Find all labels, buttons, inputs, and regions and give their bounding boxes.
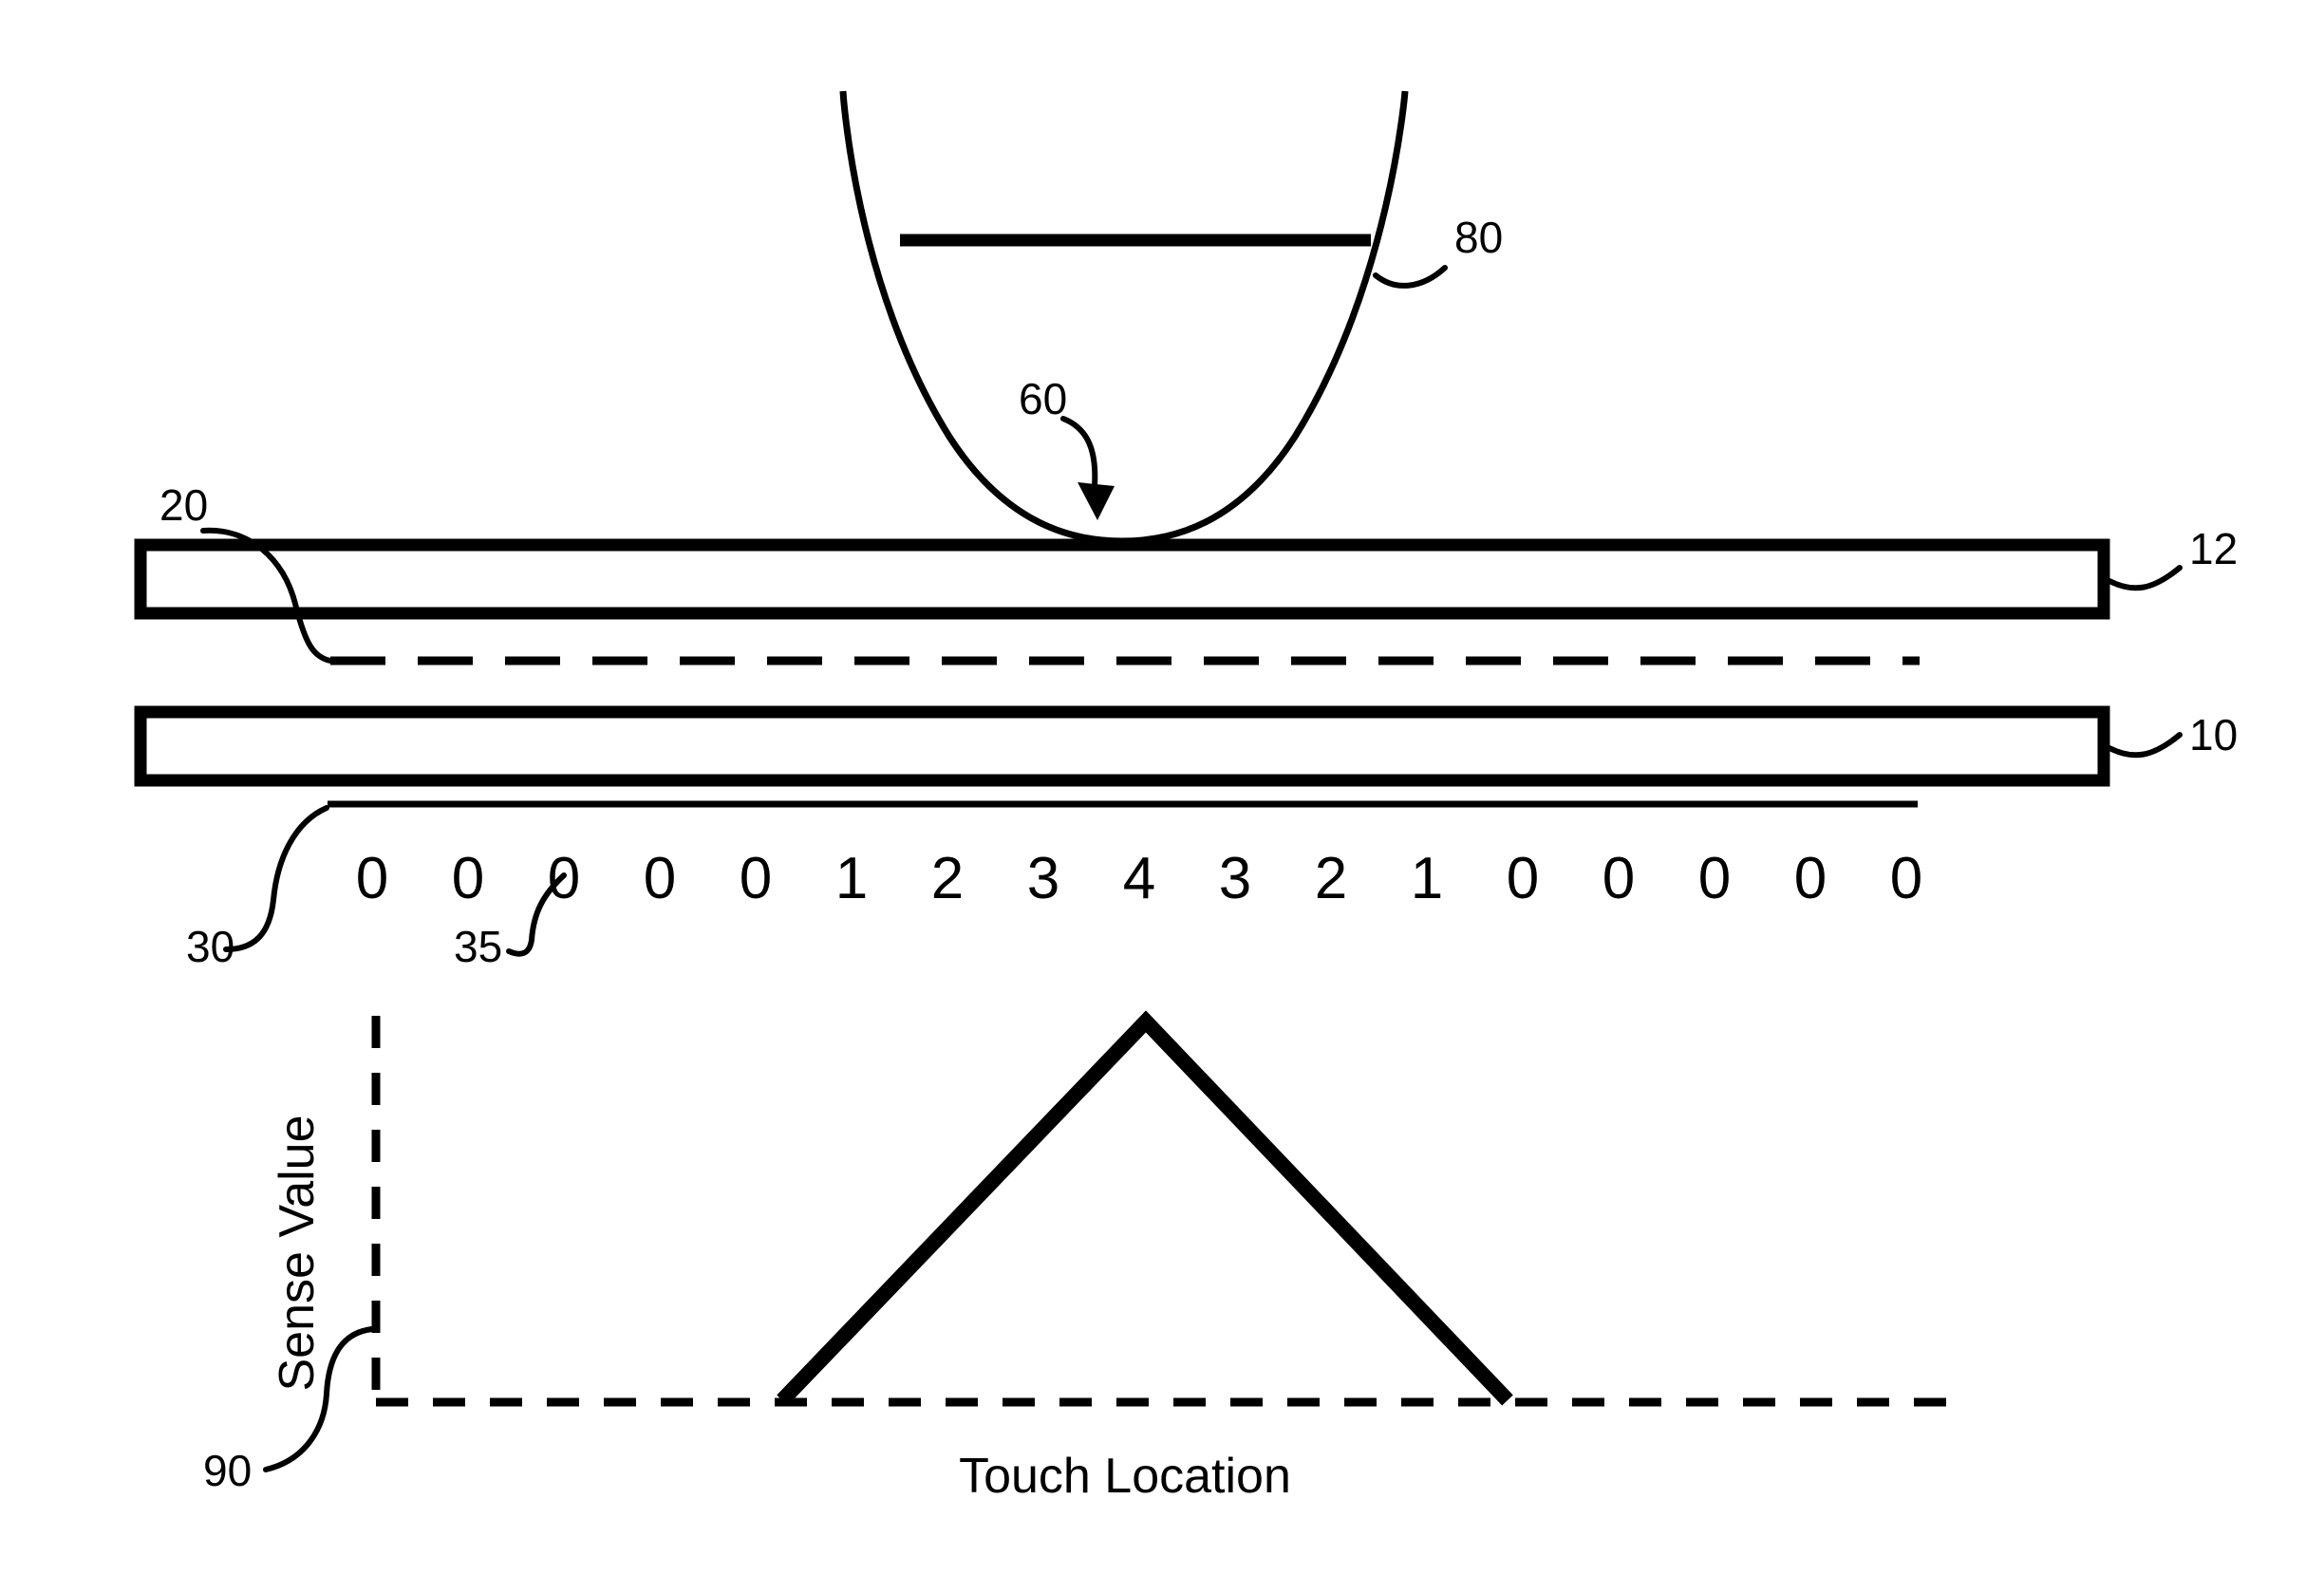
sense-value-curve: [777, 1010, 1513, 1406]
patent-figure-page: 80 60 12 20 10 30 35 0 0 0 0 0 1 2 3 4 3…: [0, 0, 2324, 1593]
sense-value-digit-15: 0: [1698, 846, 1731, 911]
ref-label-90: 90: [203, 1446, 252, 1495]
leader-line-10: [2107, 732, 2183, 759]
ref-label-60: 60: [1019, 374, 1067, 423]
graph-y-axis-label: Sense Value: [270, 1115, 325, 1391]
sense-value-digit-17: 0: [1890, 846, 1922, 911]
sense-value-digit-13: 0: [1507, 846, 1539, 911]
finger-outline: [839, 90, 1409, 545]
ref-label-35: 35: [454, 922, 502, 971]
upper-substrate: [134, 538, 2110, 620]
sense-value-digit-16: 0: [1794, 846, 1827, 911]
ref-label-12: 12: [2189, 524, 2238, 573]
sense-value-digit-12: 1: [1411, 846, 1443, 911]
graph-x-axis-label: Touch Location: [959, 1449, 1291, 1504]
sense-value-digit-7: 2: [931, 846, 964, 911]
sense-value-digit-5: 0: [740, 846, 772, 911]
sense-value-digit-10: 3: [1219, 846, 1251, 911]
leader-line-30: [223, 805, 329, 952]
sense-value-digit-6: 1: [835, 846, 868, 911]
leader-line-80: [1373, 265, 1448, 289]
sense-value-digit-11: 2: [1315, 846, 1347, 911]
sense-value-row: 00000123432100000: [356, 846, 1922, 911]
lower-substrate: [134, 705, 2110, 787]
sense-value-digit-14: 0: [1602, 846, 1635, 911]
patent-figure: 80 60 12 20 10 30 35 0 0 0 0 0 1 2 3 4 3…: [134, 90, 2238, 1504]
ref-label-20: 20: [159, 480, 208, 530]
touch-contact-arrow: [1060, 416, 1115, 520]
sense-value-digit-2: 0: [452, 846, 484, 911]
sense-value-digit-3: 0: [548, 846, 580, 911]
sense-value-digit-4: 0: [644, 846, 676, 911]
ref-label-80: 80: [1454, 213, 1503, 262]
ref-label-10: 10: [2189, 710, 2238, 759]
leader-line-12: [2107, 565, 2183, 591]
sense-value-digit-9: 4: [1123, 846, 1155, 911]
sense-value-digit-8: 3: [1027, 846, 1059, 911]
sense-value-digit-1: 0: [356, 846, 388, 911]
ref-label-30: 30: [186, 922, 234, 971]
